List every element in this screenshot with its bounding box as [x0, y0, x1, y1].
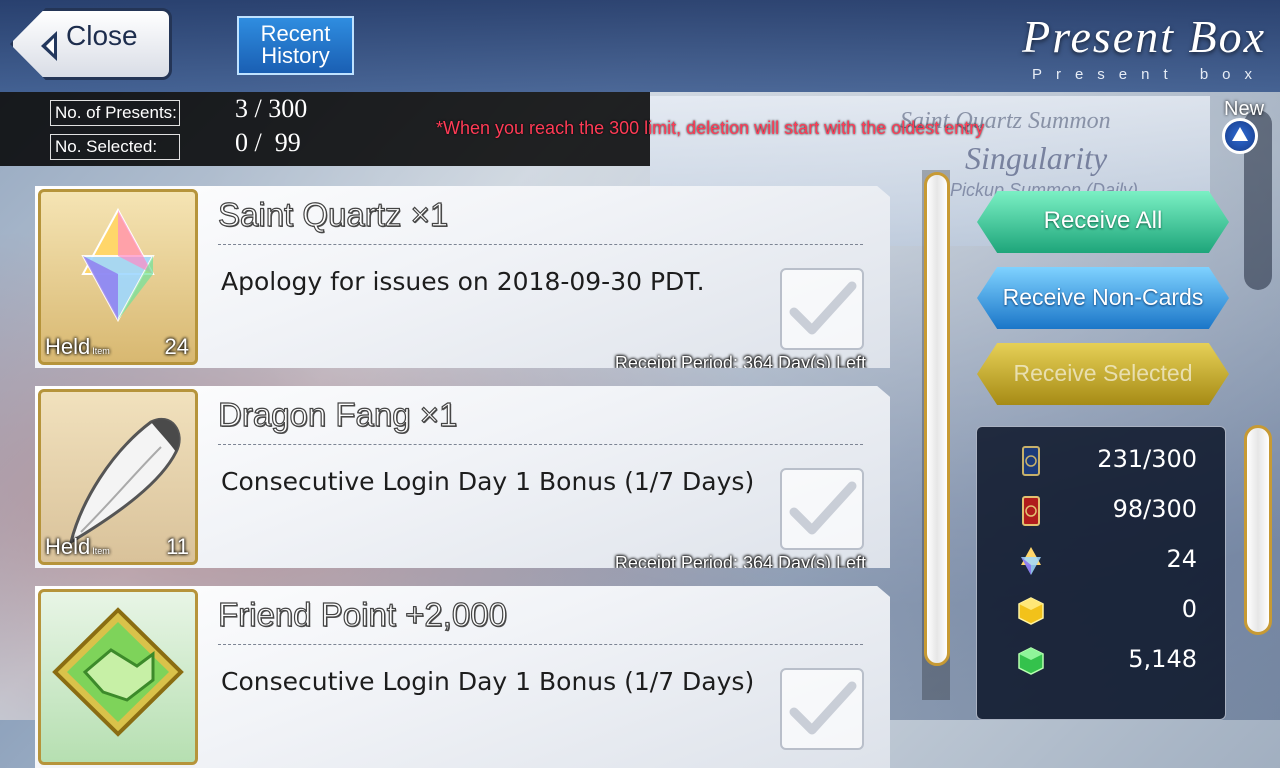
inventory-row: 231/300	[977, 439, 1225, 483]
present-item[interactable]: Friend Point +2,000 Consecutive Login Da…	[35, 586, 890, 768]
inventory-value: 24	[1166, 545, 1197, 573]
divider	[218, 644, 863, 645]
page-title: Present Box	[1022, 11, 1266, 62]
divider	[218, 244, 863, 245]
receive-selected-button[interactable]: Receive Selected	[977, 343, 1229, 405]
inventory-scrollbar[interactable]	[1244, 425, 1272, 635]
select-checkbox[interactable]	[780, 268, 864, 350]
check-icon	[789, 681, 857, 735]
inventory-row: 5,148	[977, 639, 1225, 683]
item-name: Saint Quartz ×1	[217, 195, 449, 233]
selected-count-value: 0 / 99	[235, 128, 301, 157]
golden-cube-icon	[1018, 597, 1044, 625]
saint-quartz-icon: Held Item 24	[38, 189, 198, 365]
recent-history-button[interactable]: Recent History	[237, 16, 354, 75]
item-description: Apology for issues on 2018-09-30 PDT.	[221, 267, 705, 296]
inventory-value: 98/300	[1112, 495, 1197, 523]
check-icon	[789, 281, 857, 335]
inventory-value: 231/300	[1097, 445, 1197, 473]
inventory-value: 5,148	[1128, 645, 1197, 673]
select-checkbox[interactable]	[780, 468, 864, 550]
page-subtitle: Present box	[1031, 66, 1266, 83]
limit-notice: *When you reach the 300 limit, deletion …	[436, 118, 985, 138]
present-item[interactable]: Held Item 24 Saint Quartz ×1 Apology for …	[35, 186, 890, 368]
item-name: Friend Point +2,000	[217, 595, 507, 633]
craft-essence-card-icon	[1022, 496, 1040, 526]
receive-non-cards-button[interactable]: Receive Non-Cards	[977, 267, 1229, 329]
chevron-left-icon	[41, 31, 57, 61]
green-cube-icon	[1018, 647, 1044, 675]
item-description: Consecutive Login Day 1 Bonus (1/7 Days)	[221, 667, 755, 696]
present-list-scrollbar[interactable]	[924, 172, 950, 666]
item-description: Consecutive Login Day 1 Bonus (1/7 Days)	[221, 467, 755, 496]
recent-history-label: Recent History	[260, 21, 331, 68]
held-label: Held Item	[45, 334, 110, 359]
sort-new-button[interactable]	[1222, 118, 1258, 154]
presents-count-value: 3 / 300	[235, 94, 308, 123]
dragon-fang-icon: Held Item 11	[38, 389, 198, 565]
close-button-label[interactable]: Close	[66, 20, 138, 52]
inventory-row: 24	[977, 539, 1225, 583]
divider	[218, 444, 863, 445]
inventory-panel: 231/300 98/300 24 0 5,148	[976, 426, 1226, 720]
held-count: 11	[166, 534, 189, 559]
item-name: Dragon Fang ×1	[217, 395, 458, 433]
presents-count-label: No. of Presents:	[50, 100, 180, 126]
held-count: 24	[164, 334, 189, 359]
held-label: Held Item	[45, 534, 110, 559]
present-item[interactable]: Held Item 11 Dragon Fang ×1 Consecutive L…	[35, 386, 890, 568]
selected-count-label: No. Selected:	[50, 134, 180, 160]
check-icon	[789, 481, 857, 535]
banner-subtitle: Singularity	[965, 140, 1108, 176]
receive-all-button[interactable]: Receive All	[977, 191, 1229, 253]
inventory-row: 0	[977, 589, 1225, 633]
friend-point-icon	[38, 589, 198, 765]
inventory-value: 0	[1181, 595, 1197, 623]
servant-card-icon	[1022, 446, 1040, 476]
inventory-row: 98/300	[977, 489, 1225, 533]
saint-quartz-icon	[1021, 547, 1041, 575]
select-checkbox[interactable]	[780, 668, 864, 750]
